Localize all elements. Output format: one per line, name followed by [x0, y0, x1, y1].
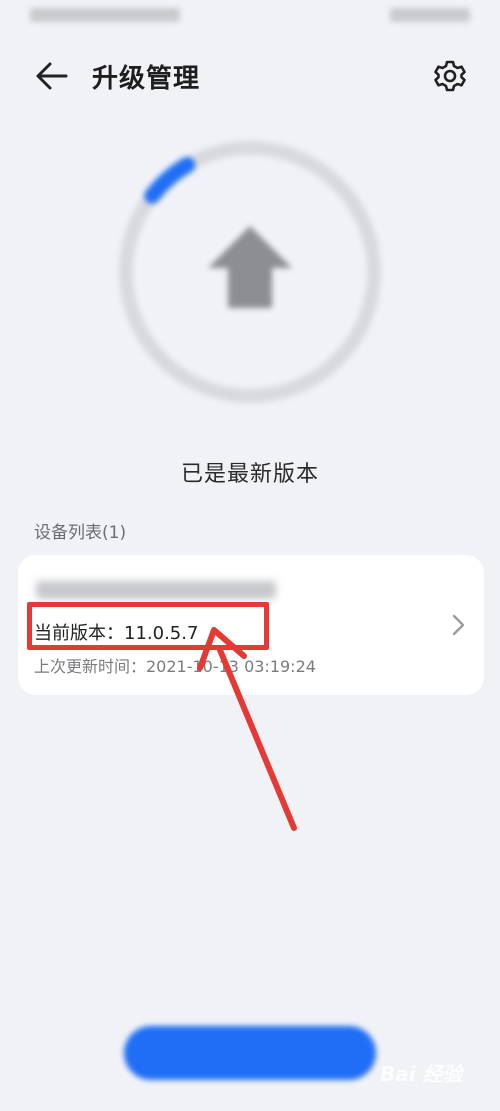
check-update-button[interactable]	[124, 1026, 376, 1080]
upload-arrow-icon	[208, 226, 292, 308]
progress-ring-svg	[119, 141, 381, 403]
annotation-highlight-box	[27, 602, 269, 650]
upgrade-progress-ring	[112, 134, 388, 410]
status-bar-right	[390, 8, 470, 22]
app-bar: 升级管理	[0, 48, 500, 104]
last-update-time: 上次更新时间：2021-10-13 03:19:24	[34, 657, 316, 676]
progress-ring-arc	[144, 157, 196, 204]
watermark-text: Bai 经验	[380, 1062, 463, 1086]
back-arrow-icon[interactable]	[34, 60, 70, 92]
status-bar	[0, 0, 500, 40]
watermark-logo: Bai 经验	[380, 1050, 492, 1094]
status-message: 已是最新版本	[180, 462, 319, 487]
device-list-label: 设备列表(1)	[34, 523, 127, 543]
chevron-right-icon	[452, 614, 465, 636]
status-bar-left	[30, 8, 180, 22]
gear-icon[interactable]	[432, 58, 468, 94]
page-title: 升级管理	[92, 64, 201, 94]
device-name-redacted	[36, 581, 276, 599]
